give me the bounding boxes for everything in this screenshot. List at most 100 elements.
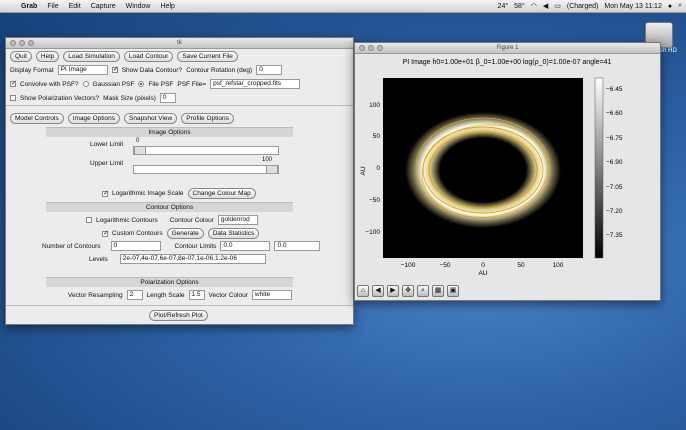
zoom-button[interactable]	[28, 40, 34, 46]
tab-snapshot-view[interactable]: Snapshot View	[124, 113, 178, 124]
image-options-header: Image Options	[46, 127, 293, 137]
figure-minimize-button[interactable]	[368, 45, 374, 51]
vector-colour-input[interactable]: white	[251, 290, 292, 300]
psf-file-input[interactable]: psf_refstar_cropped.fits	[210, 79, 301, 89]
mask-size-input[interactable]: 0	[159, 93, 176, 103]
menu-help[interactable]: Help	[156, 3, 180, 10]
upper-limit-value: 100	[262, 157, 273, 163]
change-colour-map-button[interactable]: Change Colour Map	[187, 188, 256, 199]
minimize-button[interactable]	[19, 40, 25, 46]
gaussian-psf-radio[interactable]	[82, 81, 89, 87]
figure-close-button[interactable]	[359, 45, 365, 51]
lower-limit-label: Lower Limit	[90, 141, 124, 148]
psf-file-label: PSF File=	[177, 80, 207, 88]
length-scale-input[interactable]: 1.5	[188, 290, 205, 300]
display-format-select[interactable]: PI Image	[57, 65, 108, 75]
tab-image-options[interactable]: Image Options	[67, 113, 120, 124]
levels-input[interactable]: 2e-07,4e-07,6e-07,8e-07,1e-06,1.2e-06	[119, 254, 266, 264]
contour-limit-high-input[interactable]: 0.0	[274, 241, 321, 251]
pan-icon[interactable]: ✥	[402, 285, 414, 297]
file-psf-radio[interactable]	[138, 81, 145, 87]
colorbar-tick-label: −7.20	[606, 208, 623, 215]
user-icon[interactable]: ●	[668, 3, 672, 10]
colorbar-tick-label: −6.75	[606, 135, 623, 142]
plot-title: PI Image h0=1.00e+01 β_0=1.00e+00 log(ρ_…	[403, 59, 612, 66]
plot-refresh-button[interactable]: Plot/Refresh Plot	[149, 310, 208, 321]
spotlight-icon[interactable]: ⌕	[678, 2, 682, 10]
contour-rotation-input[interactable]: 0	[256, 65, 283, 75]
data-statistics-button[interactable]: Data Statistics	[207, 228, 260, 239]
figure-zoom-button[interactable]	[377, 45, 383, 51]
file-psf-label: File PSF	[148, 80, 174, 88]
menu-app-name[interactable]: Grab	[16, 3, 42, 10]
show-contour-checkbox[interactable]	[111, 65, 119, 73]
convolve-psf-label: Convolve with PSF?	[20, 80, 79, 88]
y-tick-label: −50	[369, 197, 380, 204]
battery-icon[interactable]: ▭	[554, 2, 561, 10]
tab-profile-options[interactable]: Profile Options	[181, 113, 234, 124]
close-button[interactable]	[10, 40, 16, 46]
quit-button[interactable]: Quit	[10, 51, 32, 62]
zoom-icon[interactable]: ⌕	[417, 285, 429, 297]
colorbar-tick-label: −6.90	[606, 159, 623, 166]
home-icon[interactable]: ⌂	[357, 285, 369, 297]
number-contours-input[interactable]: 0	[110, 241, 161, 251]
lower-limit-thumb[interactable]	[134, 147, 146, 154]
save-current-file-button[interactable]: Save Current File	[177, 51, 238, 62]
contour-rotation-label: Contour Rotation (deg)	[186, 66, 253, 74]
convolve-psf-checkbox[interactable]	[10, 79, 17, 87]
colorbar-tick-label: −6.60	[606, 110, 623, 117]
help-button[interactable]: Help	[35, 51, 60, 62]
x-axis-label: AU	[478, 270, 487, 277]
number-contours-label: Number of Contours	[42, 242, 101, 250]
menu-window[interactable]: Window	[121, 3, 156, 10]
load-simulation-button[interactable]: Load Simulation	[63, 51, 120, 62]
y-tick-label: −100	[365, 229, 380, 236]
wifi-icon[interactable]: ◠	[531, 2, 537, 10]
show-polarization-checkbox[interactable]	[10, 95, 16, 101]
load-contour-button[interactable]: Load Contour	[123, 51, 174, 62]
custom-contours-label: Custom Contours	[112, 230, 163, 237]
custom-contours-checkbox[interactable]	[102, 229, 109, 237]
controls-window-title: tk	[177, 40, 182, 46]
length-scale-label: Length Scale	[146, 291, 185, 299]
separator	[6, 105, 353, 106]
plot-canvas[interactable]: PI Image h0=1.00e+01 β_0=1.00e+00 log(ρ_…	[355, 53, 660, 300]
controls-title-bar[interactable]: tk	[6, 38, 353, 49]
forward-icon[interactable]: ▶	[387, 285, 399, 297]
configure-icon[interactable]: ▦	[432, 285, 444, 297]
y-tick-label: 100	[369, 102, 380, 109]
menu-edit[interactable]: Edit	[64, 3, 86, 10]
lower-limit-slider[interactable]	[133, 146, 279, 155]
contour-colour-input[interactable]: goldenrod	[217, 215, 258, 225]
log-image-scale-checkbox[interactable]	[102, 189, 109, 197]
log-contours-checkbox[interactable]	[86, 217, 92, 223]
log-contours-label: Logarithmic Contours	[96, 216, 158, 224]
menu-capture[interactable]: Capture	[86, 3, 121, 10]
save-icon[interactable]: ▣	[447, 285, 459, 297]
x-tick-label: 50	[517, 262, 525, 269]
battery-status[interactable]: (Charged)	[567, 3, 599, 10]
x-tick-label: −50	[439, 262, 450, 269]
y-tick-label: 0	[376, 165, 380, 172]
back-icon[interactable]: ◀	[372, 285, 384, 297]
upper-limit-thumb[interactable]	[266, 166, 278, 173]
contour-colour-label: Contour Colour	[169, 216, 214, 224]
contour-limits-label: Contour Limits	[174, 242, 217, 250]
volume-icon[interactable]: ◀	[543, 2, 548, 10]
vector-resampling-input[interactable]: 2	[126, 290, 143, 300]
x-tick-label: 0	[481, 262, 485, 269]
status-temp-1[interactable]: 24°	[498, 3, 509, 10]
colorbar-tick-label: −6.45	[606, 86, 623, 93]
colorbar-tick-label: −7.35	[606, 232, 623, 239]
colorbar-tick-label: −7.05	[606, 184, 623, 191]
contour-limit-low-input[interactable]: 0.0	[220, 241, 271, 251]
menu-file[interactable]: File	[42, 3, 63, 10]
clock[interactable]: Mon May 13 11:12	[604, 3, 661, 10]
tab-model-controls[interactable]: Model Controls	[10, 113, 64, 124]
levels-label: Levels	[89, 255, 108, 263]
status-temp-2[interactable]: 58°	[514, 3, 525, 10]
x-tick-label: −100	[401, 262, 416, 269]
generate-button[interactable]: Generate	[166, 228, 204, 239]
upper-limit-slider[interactable]	[133, 165, 279, 174]
